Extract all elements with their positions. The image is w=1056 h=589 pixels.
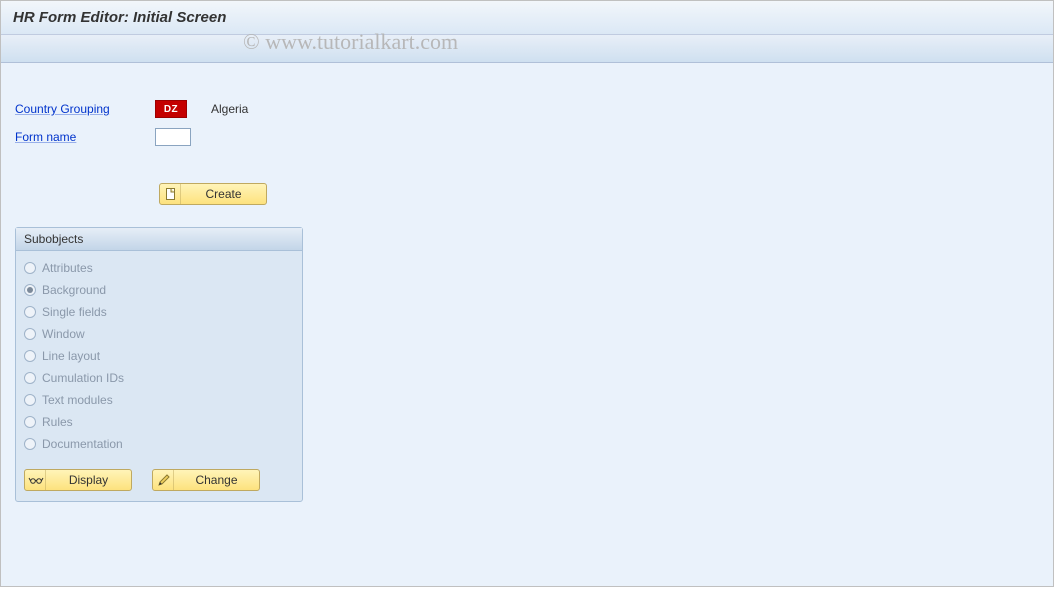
label-country-grouping: Country Grouping — [15, 102, 155, 116]
display-button-label: Display — [46, 473, 131, 487]
change-button-label: Change — [174, 473, 259, 487]
radio-label: Single fields — [42, 305, 107, 319]
radio-icon — [24, 394, 36, 406]
radio-icon — [24, 350, 36, 362]
toolbar — [1, 35, 1053, 63]
radio-label: Documentation — [42, 437, 123, 451]
label-form-name: Form name — [15, 130, 155, 144]
radio-text-modules[interactable]: Text modules — [24, 389, 294, 411]
glasses-icon — [26, 470, 46, 490]
radio-line-layout[interactable]: Line layout — [24, 345, 294, 367]
radio-icon — [24, 306, 36, 318]
row-form-name: Form name — [15, 125, 1043, 149]
radio-background[interactable]: Background — [24, 279, 294, 301]
radio-icon — [24, 372, 36, 384]
radio-documentation[interactable]: Documentation — [24, 433, 294, 455]
radio-label: Line layout — [42, 349, 100, 363]
radio-icon — [24, 416, 36, 428]
radio-label: Rules — [42, 415, 73, 429]
radio-icon — [24, 284, 36, 296]
radio-label: Cumulation IDs — [42, 371, 124, 385]
country-grouping-description: Algeria — [211, 102, 248, 116]
pencil-icon — [154, 470, 174, 490]
radio-icon — [24, 438, 36, 450]
radio-single-fields[interactable]: Single fields — [24, 301, 294, 323]
radio-icon — [24, 262, 36, 274]
subobjects-body: Attributes Background Single fields Wind… — [16, 251, 302, 457]
new-page-icon — [161, 184, 181, 204]
form-area: Country Grouping DZ Algeria Form name — [15, 97, 1043, 502]
create-button-row: Create — [159, 183, 1043, 205]
app-window: HR Form Editor: Initial Screen © www.tut… — [0, 0, 1054, 587]
radio-label: Window — [42, 327, 85, 341]
radio-cumulation-ids[interactable]: Cumulation IDs — [24, 367, 294, 389]
titlebar: HR Form Editor: Initial Screen — [1, 1, 1053, 35]
form-name-input[interactable] — [155, 128, 191, 146]
radio-rules[interactable]: Rules — [24, 411, 294, 433]
radio-label: Background — [42, 283, 106, 297]
display-button[interactable]: Display — [24, 469, 132, 491]
radio-label: Attributes — [42, 261, 93, 275]
create-button-label: Create — [181, 187, 266, 201]
subobjects-header: Subobjects — [16, 228, 302, 251]
radio-icon — [24, 328, 36, 340]
row-country-grouping: Country Grouping DZ Algeria — [15, 97, 1043, 121]
content-area: Country Grouping DZ Algeria Form name — [1, 63, 1053, 512]
country-grouping-code[interactable]: DZ — [155, 100, 187, 118]
change-button[interactable]: Change — [152, 469, 260, 491]
page-title: HR Form Editor: Initial Screen — [13, 9, 226, 26]
create-button[interactable]: Create — [159, 183, 267, 205]
subobjects-buttons: Display Change — [16, 457, 302, 491]
radio-label: Text modules — [42, 393, 113, 407]
subobjects-group: Subobjects Attributes Background Single … — [15, 227, 303, 502]
radio-attributes[interactable]: Attributes — [24, 257, 294, 279]
radio-window[interactable]: Window — [24, 323, 294, 345]
